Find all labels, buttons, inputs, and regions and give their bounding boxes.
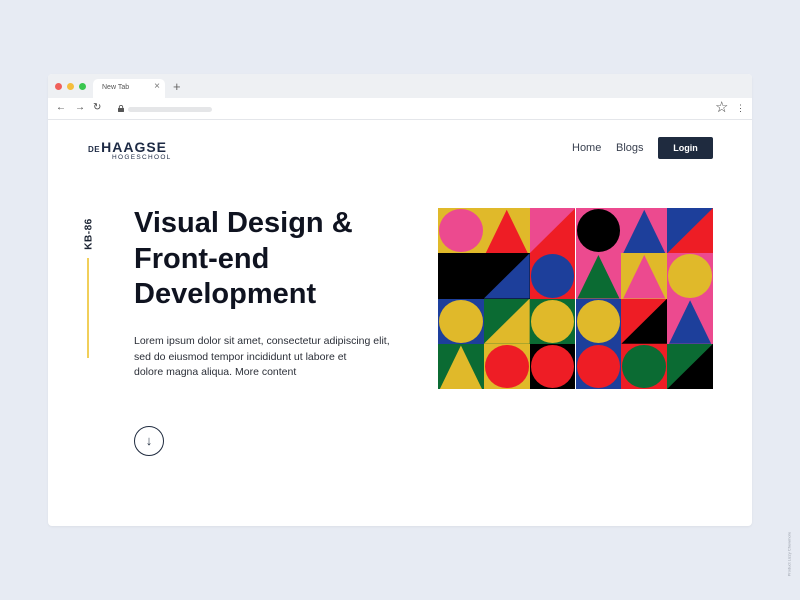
nav-home-link[interactable]: Home [572, 142, 601, 154]
hero-headline: Visual Design & Front-end Development [134, 206, 353, 313]
accent-line [87, 258, 89, 358]
pattern-tile [621, 253, 668, 299]
description-line: sed do eiusmod tempor incididunt ut labo… [134, 350, 347, 363]
pattern-tile [667, 253, 713, 299]
pattern-tile [529, 343, 576, 389]
pattern-tile [575, 298, 622, 344]
pattern-tile [575, 253, 622, 299]
pattern-circle [622, 344, 667, 388]
pattern-half [621, 298, 668, 344]
new-tab-icon[interactable]: + [173, 80, 181, 93]
credit-label: Product Lizzy Chewmore [786, 531, 792, 577]
close-icon[interactable]: × [154, 82, 160, 92]
pattern-tile [621, 208, 668, 254]
credit-text: Product Lizzy Chewmore [784, 522, 794, 586]
pattern-circle [484, 344, 529, 388]
pattern-tile [483, 253, 530, 299]
geometric-pattern-image [438, 208, 713, 389]
forward-icon[interactable]: → [75, 103, 85, 113]
pattern-circle [530, 254, 575, 298]
close-window-dot[interactable] [55, 83, 62, 90]
pattern-tile [438, 298, 484, 344]
pattern-tile [483, 298, 530, 344]
back-icon[interactable]: ← [56, 103, 66, 113]
pattern-circle [530, 344, 575, 388]
scroll-down-button[interactable]: ↓ [134, 426, 164, 456]
pattern-triangle [577, 255, 620, 299]
pattern-circle [668, 254, 712, 298]
pattern-circle [576, 209, 621, 253]
nav-blogs-link[interactable]: Blogs [616, 142, 644, 154]
pattern-half [667, 208, 713, 254]
browser-window: New Tab × + ← → ↻ ☆ ⋮ DEHAAGSE HOGESCHOO… [48, 74, 752, 526]
reload-icon[interactable]: ↻ [93, 103, 101, 113]
pattern-tile [529, 298, 576, 344]
minimize-window-dot[interactable] [67, 83, 74, 90]
side-label: KB-86 [78, 214, 100, 254]
bookmark-star-icon[interactable]: ☆ [715, 99, 728, 117]
side-label-text: KB-86 [83, 218, 95, 250]
pattern-tile [529, 208, 576, 254]
headline-line: Development [134, 278, 317, 310]
hero-description: Lorem ipsum dolor sit amet, consectetur … [134, 334, 394, 381]
browser-tab[interactable]: New Tab × [93, 79, 165, 98]
pattern-tile [667, 298, 713, 344]
pattern-triangle [439, 345, 482, 389]
pattern-tile [438, 343, 484, 389]
browser-tab-bar: New Tab × + [48, 74, 752, 98]
headline-line: Front-end [134, 242, 270, 275]
pattern-tile [621, 343, 668, 389]
pattern-tile [438, 208, 484, 254]
pattern-tile [575, 208, 622, 254]
pattern-triangle [485, 209, 528, 254]
pattern-half [667, 343, 713, 389]
logo-subtitle: HOGESCHOOL [112, 154, 172, 161]
tab-title: New Tab [102, 84, 130, 91]
pattern-half [483, 298, 530, 344]
pattern-tile [621, 298, 668, 344]
pattern-circle [439, 209, 483, 253]
maximize-window-dot[interactable] [79, 83, 86, 90]
pattern-circle [439, 299, 483, 343]
description-line: dolore magna aliqua. More content [134, 366, 297, 378]
site-logo[interactable]: DEHAAGSE HOGESCHOOL [88, 139, 172, 161]
pattern-half [483, 253, 530, 299]
login-button[interactable]: Login [658, 137, 713, 159]
arrow-down-icon: ↓ [145, 433, 153, 448]
pattern-circle [576, 299, 621, 343]
pattern-triangle [668, 300, 712, 344]
description-line: Lorem ipsum dolor sit amet, consectetur … [134, 335, 390, 347]
pattern-tile [667, 343, 713, 389]
lock-icon [118, 105, 124, 112]
pattern-tile [483, 343, 530, 389]
pattern-circle [576, 344, 621, 388]
pattern-tile [438, 253, 484, 299]
pattern-circle [530, 299, 575, 343]
browser-menu-icon[interactable]: ⋮ [736, 101, 745, 115]
address-bar: ← → ↻ ☆ ⋮ [48, 98, 752, 120]
pattern-tile [667, 208, 713, 254]
pattern-tile [575, 343, 622, 389]
logo-prefix: DE [88, 145, 101, 154]
pattern-tile [483, 208, 530, 254]
url-input[interactable] [128, 107, 212, 112]
headline-line: Visual Design & [134, 207, 353, 239]
pattern-half [529, 208, 576, 254]
pattern-triangle [623, 255, 666, 299]
pattern-triangle [623, 209, 666, 254]
pattern-tile [529, 253, 576, 299]
logo-name: HAAGSE [101, 139, 168, 155]
